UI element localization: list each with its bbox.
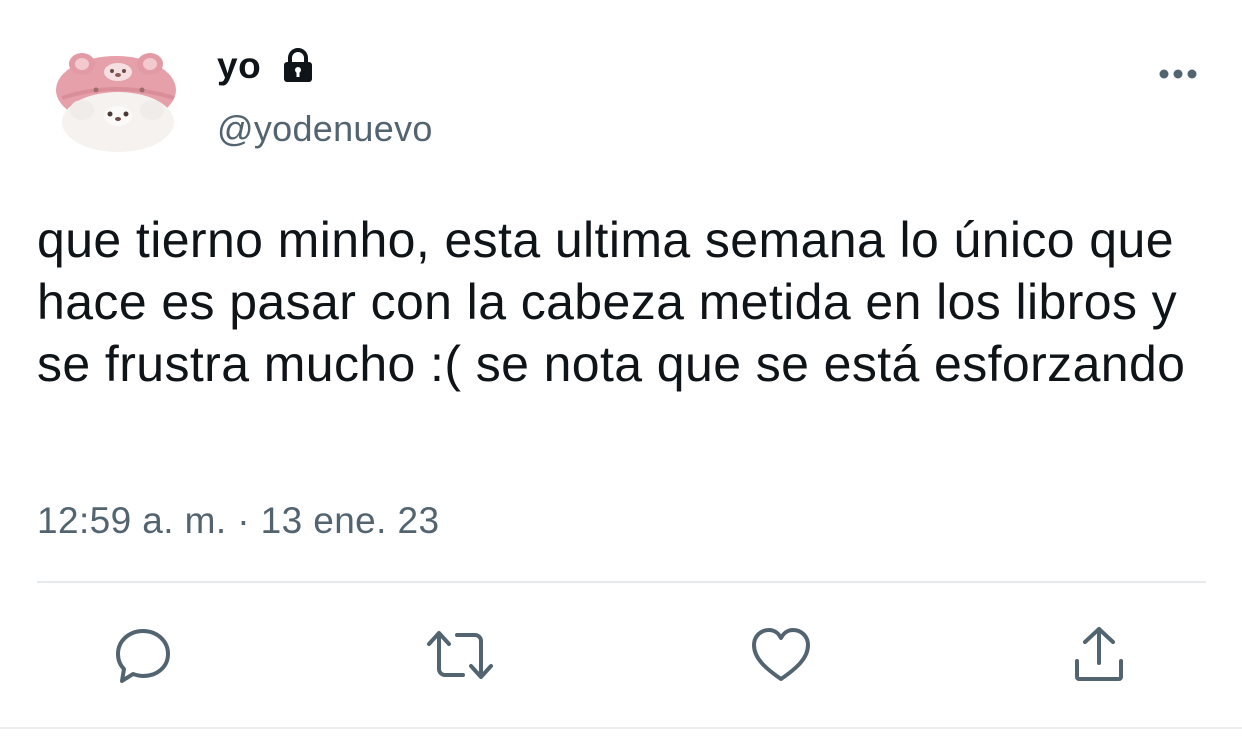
bottom-divider xyxy=(0,727,1242,729)
more-dots-icon[interactable] xyxy=(1158,66,1198,82)
heart-icon xyxy=(749,623,813,687)
retweet-icon xyxy=(425,623,495,687)
reply-button[interactable] xyxy=(108,620,178,690)
tweet-card: yo @yodenuevo que tierno minho, esta ult… xyxy=(0,0,1242,747)
name-row: yo xyxy=(217,40,315,92)
lock-icon xyxy=(281,48,315,84)
avatar[interactable] xyxy=(52,50,180,154)
retweet-button[interactable] xyxy=(425,620,495,690)
action-bar xyxy=(0,620,1242,690)
share-button[interactable] xyxy=(1064,620,1134,690)
reply-icon xyxy=(111,623,175,687)
like-button[interactable] xyxy=(746,620,816,690)
display-name[interactable]: yo xyxy=(217,45,261,87)
share-icon xyxy=(1067,623,1131,687)
timestamp[interactable]: 12:59 a. m. · 13 ene. 23 xyxy=(37,500,439,542)
divider xyxy=(37,581,1206,583)
user-handle[interactable]: @yodenuevo xyxy=(217,108,433,150)
tweet-text: que tierno minho, esta ultima semana lo … xyxy=(37,212,1192,392)
